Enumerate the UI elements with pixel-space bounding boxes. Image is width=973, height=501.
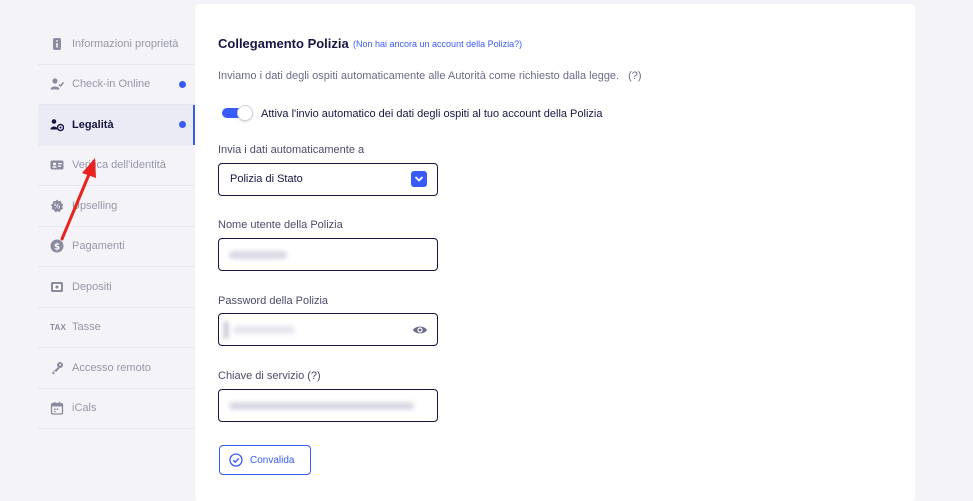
info-text-body: Inviamo i dati degli ospiti automaticame…	[218, 70, 620, 82]
sidebar-item-taxes[interactable]: TAX Tasse	[38, 308, 195, 348]
svg-text:%: %	[54, 202, 61, 210]
sidebar-item-label: iCals	[72, 402, 97, 415]
police-password-input[interactable]	[218, 313, 438, 346]
police-username-input[interactable]	[218, 238, 438, 271]
sidebar-item-label: Upselling	[72, 199, 118, 212]
tax-icon: TAX	[50, 322, 67, 332]
sidebar-item-label: Legalità	[72, 118, 114, 131]
validate-button-label: Convalida	[250, 454, 295, 466]
legal-icon	[50, 118, 64, 132]
send-to-label: Invia i dati automaticamente a	[218, 144, 365, 156]
sidebar-item-icals[interactable]: iCals	[38, 389, 195, 429]
help-tooltip-trigger[interactable]: (?)	[628, 70, 641, 82]
sidebar-item-label: Pagamenti	[72, 240, 125, 253]
sidebar-item-label: Verifica dell'identità	[72, 159, 166, 172]
auto-send-toggle-label: Attiva l'invio automatico dei dati degli…	[261, 108, 603, 120]
police-connection-panel: Collegamento Polizia (Non hai ancora un …	[195, 4, 915, 501]
select-value: Polizia di Stato	[230, 173, 303, 185]
svg-text:$: $	[54, 243, 60, 253]
sidebar-item-remote-access[interactable]: Accesso remoto	[38, 348, 195, 389]
sidebar-item-property-info[interactable]: Informazioni proprietà	[38, 24, 195, 65]
police-authority-select[interactable]: Polizia di Stato	[218, 163, 438, 196]
sidebar-item-deposits[interactable]: Depositi	[38, 267, 195, 308]
redacted-value	[229, 251, 287, 259]
deposit-icon	[50, 280, 64, 294]
validate-button[interactable]: Convalida	[219, 445, 311, 475]
redacted-value	[233, 326, 295, 334]
sidebar-item-identity-verification[interactable]: Verifica dell'identità	[38, 146, 195, 186]
page-title: Collegamento Polizia	[218, 36, 349, 51]
sidebar-item-label: Tasse	[72, 321, 101, 334]
auto-send-toggle[interactable]	[222, 105, 254, 121]
chevron-down-icon	[411, 171, 427, 187]
police-username-label: Nome utente della Polizia	[218, 219, 343, 231]
service-key-input[interactable]	[218, 389, 438, 422]
police-password-label: Password della Polizia	[218, 295, 329, 307]
id-card-icon	[50, 158, 64, 172]
check-circle-icon	[229, 453, 243, 467]
eye-icon[interactable]	[412, 323, 428, 337]
info-icon	[50, 37, 64, 51]
sidebar-item-upselling[interactable]: % Upselling	[38, 186, 195, 227]
info-text: Inviamo i dati degli ospiti automaticame…	[218, 70, 642, 82]
notification-dot	[179, 121, 186, 129]
calendar-icon	[50, 401, 64, 415]
sidebar-item-label: Accesso remoto	[72, 361, 151, 374]
sidebar-item-payments[interactable]: $ Pagamenti	[38, 227, 195, 267]
percent-badge-icon: %	[50, 199, 64, 213]
sidebar-item-legal[interactable]: Legalità	[38, 105, 195, 146]
redacted-value	[223, 321, 229, 339]
sidebar-item-label: Informazioni proprietà	[72, 37, 179, 50]
sidebar-item-label: Check-in Online	[72, 78, 151, 91]
service-key-label: Chiave di servizio (?)	[218, 370, 321, 382]
user-check-icon	[50, 77, 64, 91]
toggle-knob	[237, 105, 253, 121]
redacted-value	[229, 402, 414, 410]
notification-dot	[179, 80, 186, 88]
settings-sidebar: Informazioni proprietà Check-in Online L…	[38, 24, 195, 429]
key-icon	[50, 361, 64, 375]
no-police-account-link[interactable]: (Non hai ancora un account della Polizia…	[353, 39, 522, 49]
dollar-icon: $	[50, 239, 64, 253]
sidebar-item-label: Depositi	[72, 280, 112, 293]
sidebar-item-online-checkin[interactable]: Check-in Online	[38, 65, 195, 105]
